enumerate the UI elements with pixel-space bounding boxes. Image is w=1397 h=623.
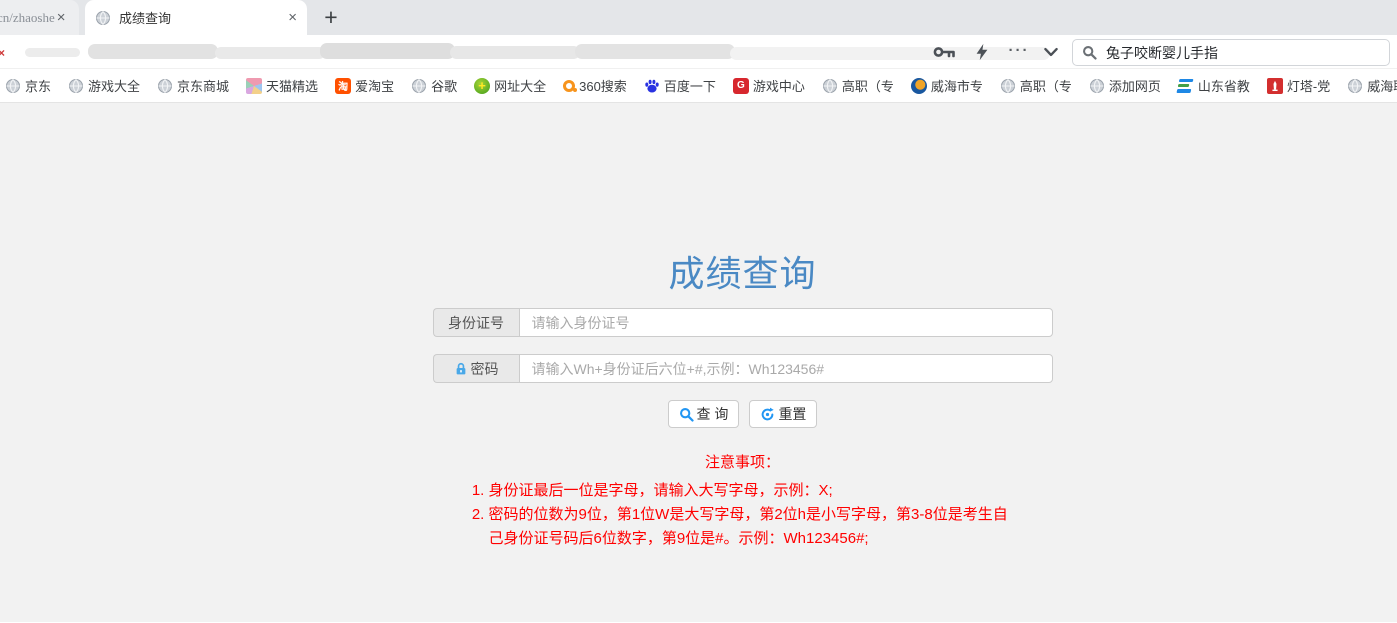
notice-item: 身份证最后一位是字母，请输入大写字母，示例：X; — [489, 479, 1019, 503]
page-content: 成绩查询 身份证号 密码 查 询 重置 注意事项： 身份证最后一位是字母，请输入… — [0, 103, 1397, 622]
360-search-icon — [563, 80, 575, 92]
weihai-e-icon — [911, 78, 927, 94]
globe-favicon-icon — [95, 10, 111, 26]
tab-title: 成绩查询 — [119, 8, 288, 27]
browser-search-box[interactable]: 兔子咬断婴儿手指 — [1072, 39, 1390, 66]
redacted-url-blob — [730, 47, 1050, 60]
search-icon — [1082, 45, 1097, 60]
bookmarks-bar: 京东 游戏大全 京东商城 天猫精选 淘爱淘宝 谷歌 +网址大全 360搜索 百度… — [0, 69, 1397, 103]
query-button[interactable]: 查 询 — [668, 400, 740, 428]
bookmark-gaozhi-2[interactable]: 高职（专 — [1000, 76, 1072, 95]
globe-icon — [1089, 78, 1105, 94]
notice-section: 注意事项： 身份证最后一位是字母，请输入大写字母，示例：X; 密码的位数为9位，… — [433, 451, 1053, 551]
globe-icon — [1000, 78, 1016, 94]
bookmark-game-center[interactable]: G游戏中心 — [733, 76, 805, 95]
globe-icon — [822, 78, 838, 94]
bookmark-baidu[interactable]: 百度一下 — [644, 76, 716, 95]
id-number-group: 身份证号 — [433, 308, 1053, 337]
reset-icon — [760, 407, 775, 422]
tab-zhaoshe[interactable]: cn/zhaoshe × — [0, 0, 79, 35]
redacted-url-blob — [25, 48, 80, 57]
bookmark-shandong-edu[interactable]: 山东省教 — [1178, 76, 1250, 95]
baidu-paw-icon — [644, 78, 660, 94]
bookmark-google[interactable]: 谷歌 — [411, 76, 457, 95]
form-buttons: 查 询 重置 — [433, 400, 1053, 428]
id-number-label: 身份证号 — [433, 308, 519, 337]
redacted-url-blob — [450, 46, 580, 59]
globe-icon — [68, 78, 84, 94]
bookmark-dengta-dangjian[interactable]: 灯塔-党 — [1267, 76, 1330, 95]
bookmark-gaozhi-1[interactable]: 高职（专 — [822, 76, 894, 95]
page-title: 成绩查询 — [433, 245, 1053, 297]
score-query-form-container: 成绩查询 身份证号 密码 查 询 重置 注意事项： 身份证最后一位是字母，请输入… — [433, 245, 1053, 551]
bookmark-youxi-daquan[interactable]: 游戏大全 — [68, 76, 140, 95]
password-input[interactable] — [519, 354, 1053, 383]
notice-heading: 注意事项： — [433, 451, 1053, 472]
bookmark-weihai-shizhuan[interactable]: 威海市专 — [911, 76, 983, 95]
lighthouse-icon — [1267, 78, 1283, 94]
globe-icon — [157, 78, 173, 94]
chevron-down-icon[interactable] — [1042, 43, 1060, 61]
tab-title: cn/zhaoshe — [0, 10, 55, 26]
shandong-edu-icon — [1176, 79, 1195, 93]
bookmark-jd-mall[interactable]: 京东商城 — [157, 76, 229, 95]
bookmark-360-search[interactable]: 360搜索 — [563, 76, 627, 95]
lock-icon — [454, 362, 468, 376]
tab-score-query[interactable]: 成绩查询 × — [85, 0, 307, 35]
bookmark-weihai-zhiye[interactable]: 威海职业 — [1347, 76, 1397, 95]
id-number-input[interactable] — [519, 308, 1053, 337]
taobao-icon: 淘 — [335, 78, 351, 94]
globe-icon — [411, 78, 427, 94]
game-center-icon: G — [733, 78, 749, 94]
search-query-text[interactable]: 兔子咬断婴儿手指 — [1106, 43, 1218, 63]
redacted-url-blob — [575, 44, 735, 59]
redacted-url-blob — [215, 47, 325, 59]
tab-strip: cn/zhaoshe × 成绩查询 × + — [0, 0, 1397, 35]
bookmark-add-page[interactable]: 添加网页 — [1089, 76, 1161, 95]
notice-item: 密码的位数为9位，第1位W是大写字母，第2位h是小写字母，第3-8位是考生自己身… — [489, 503, 1019, 551]
redacted-url-blob — [320, 43, 455, 59]
close-icon[interactable]: × — [57, 9, 66, 26]
password-label: 密码 — [433, 354, 519, 383]
bookmark-jingdong[interactable]: 京东 — [5, 76, 51, 95]
new-tab-button[interactable]: + — [316, 2, 346, 32]
password-key-icon[interactable] — [933, 43, 957, 61]
close-icon[interactable]: × — [288, 9, 297, 26]
globe-icon — [5, 78, 21, 94]
redacted-mark: × — [0, 46, 5, 60]
bookmark-tmall[interactable]: 天猫精选 — [246, 76, 318, 95]
password-group: 密码 — [433, 354, 1053, 383]
speed-bolt-icon[interactable] — [973, 43, 991, 61]
tmall-mosaic-icon — [246, 78, 262, 94]
bookmark-wangzhi-daquan[interactable]: +网址大全 — [474, 76, 546, 95]
redacted-url-blob — [88, 44, 218, 59]
search-icon — [679, 407, 694, 422]
reset-button[interactable]: 重置 — [749, 400, 817, 428]
notice-list: 身份证最后一位是字母，请输入大写字母，示例：X; 密码的位数为9位，第1位W是大… — [467, 479, 1019, 551]
more-options-icon[interactable]: ··· — [1006, 43, 1032, 61]
globe-icon — [1347, 78, 1363, 94]
360-nav-icon: + — [474, 78, 490, 94]
bookmark-aitaobao[interactable]: 淘爱淘宝 — [335, 76, 394, 95]
address-toolbar: × ··· 兔子咬断婴儿手指 — [0, 35, 1397, 69]
